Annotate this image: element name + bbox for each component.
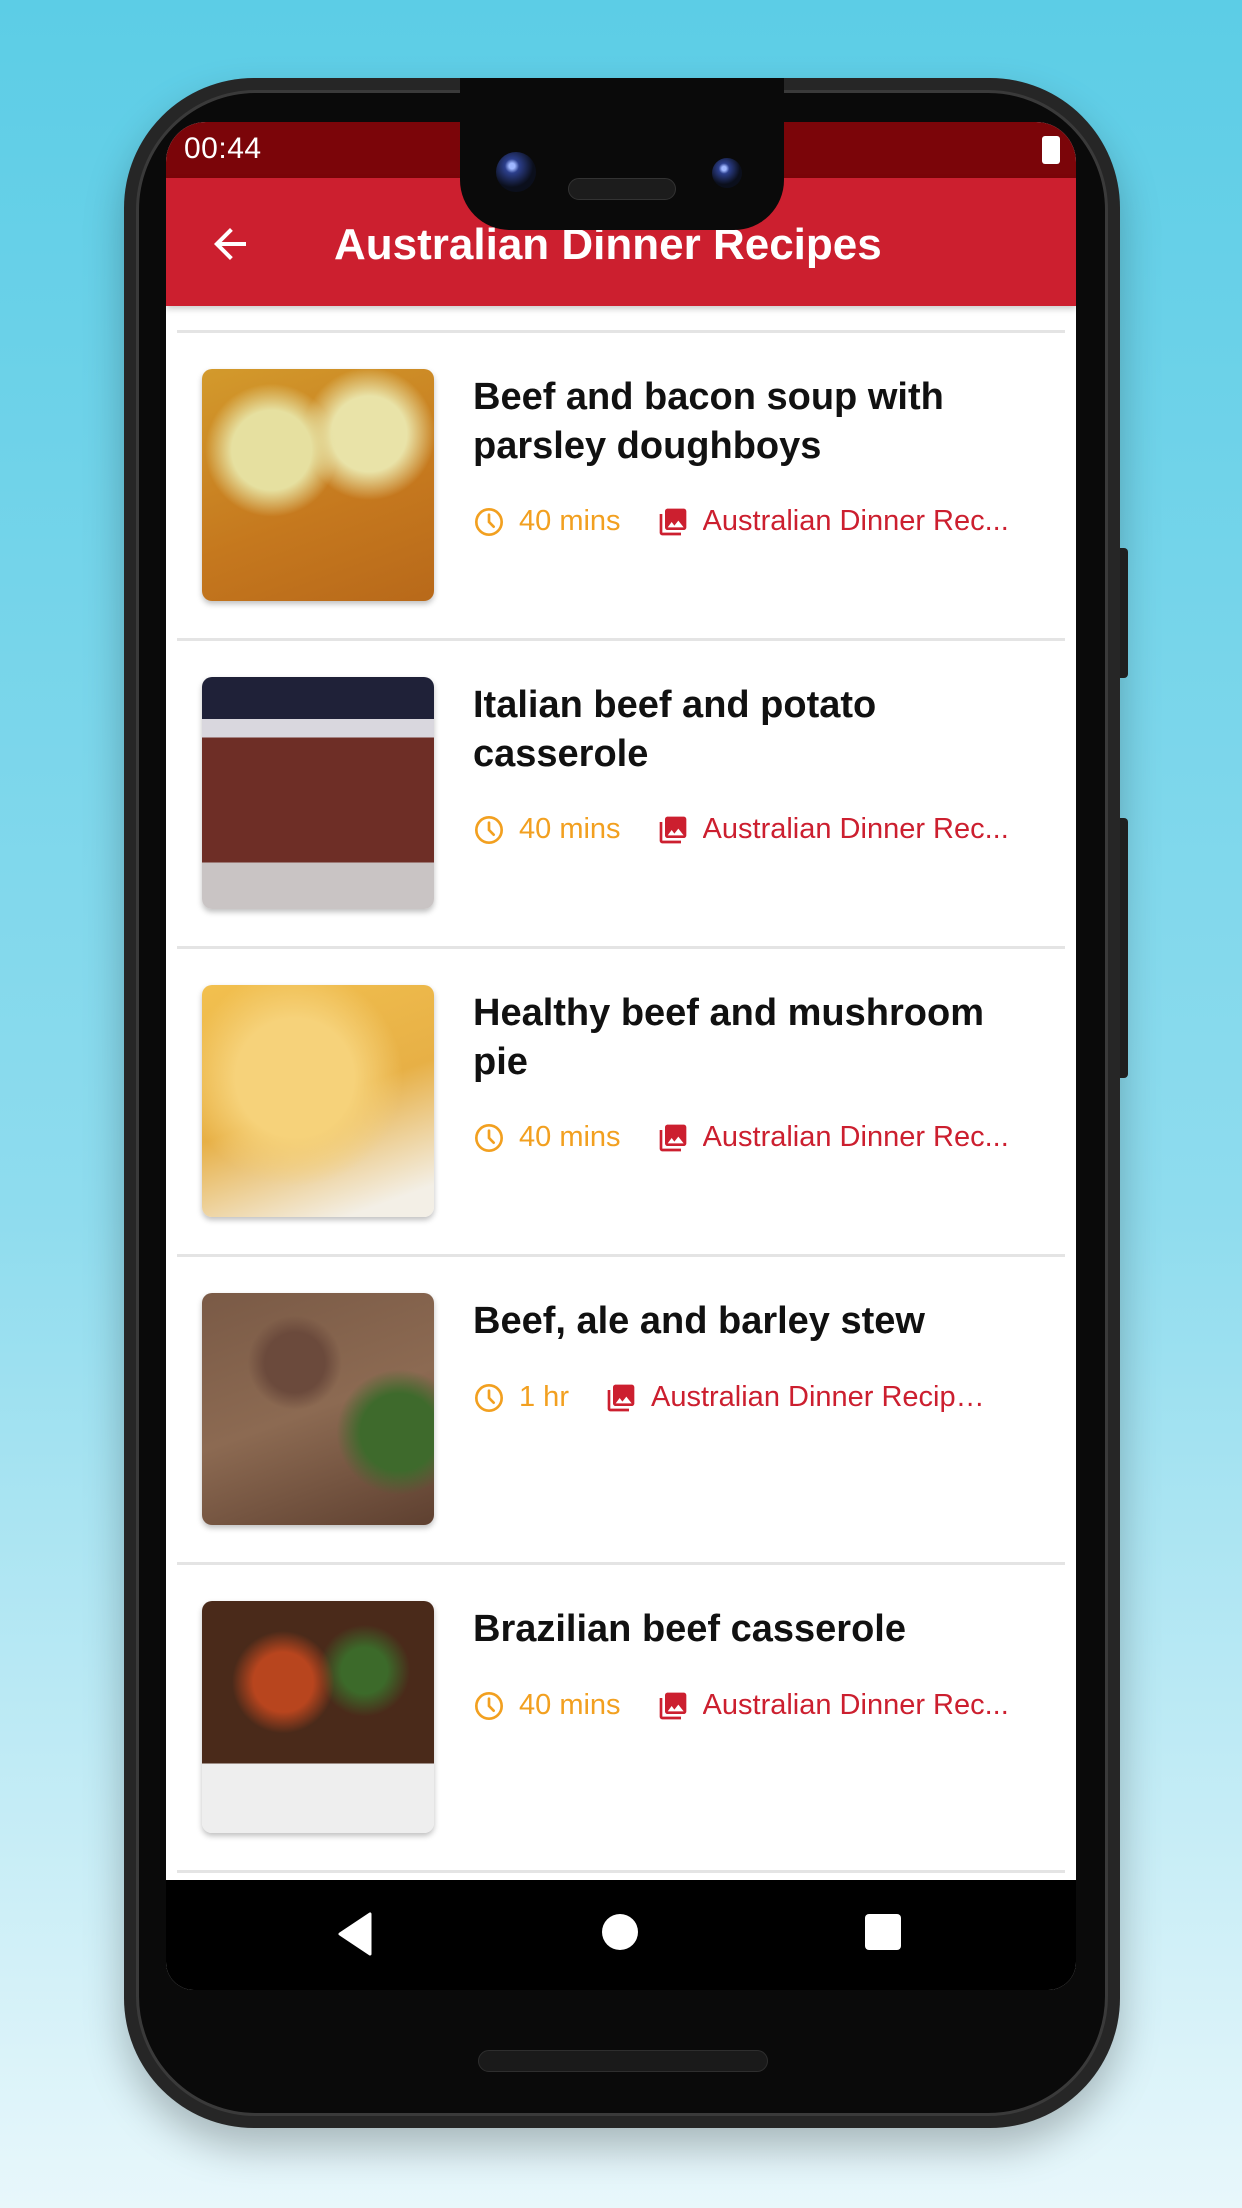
recipe-duration: 40 mins: [473, 505, 621, 538]
nav-back-button[interactable]: [336, 1912, 376, 1961]
recipe-category[interactable]: Australian Dinner Rec...: [657, 1121, 1009, 1154]
clock-icon: [475, 1383, 503, 1412]
recipe-meta: 1 hr Australian Dinner Recipes: [473, 1381, 985, 1414]
recipe-thumbnail: [202, 985, 434, 1217]
battery-full-icon: [1042, 136, 1060, 164]
photo-library-icon: [607, 1384, 635, 1411]
recipe-duration-text: 40 mins: [519, 505, 621, 537]
recipe-category-text: Australian Dinner Rec...: [702, 1689, 1009, 1721]
power-button: [1120, 548, 1128, 678]
recipe-category-text: Australian Dinner Rec...: [702, 505, 1009, 537]
recipe-title: Healthy beef and mushroom pie: [473, 992, 984, 1083]
recipe-list-item[interactable]: Beef and bacon soup with parsley doughbo…: [166, 333, 1076, 638]
photo-library-icon: [659, 508, 686, 535]
system-nav-bar: [166, 1880, 1076, 1990]
recipe-title: Beef and bacon soup with parsley doughbo…: [473, 376, 944, 467]
recipe-list-item[interactable]: Healthy beef and mushroom pie 40 mins Au…: [166, 949, 1076, 1254]
recipe-list-item[interactable]: Brazilian beef casserole 40 mins Austral…: [166, 1565, 1076, 1870]
nav-home-button[interactable]: [602, 1914, 638, 1950]
recipe-category-text: Australian Dinner Rec...: [702, 1121, 1009, 1153]
recipe-duration-text: 40 mins: [519, 1689, 621, 1721]
recipe-meta: 40 mins Australian Dinner Rec...: [473, 505, 1009, 538]
recipe-duration: 1 hr: [473, 1381, 569, 1414]
clock-icon: [475, 1123, 503, 1152]
recipe-list-item[interactable]: Italian beef and potato casserole 40 min…: [166, 641, 1076, 946]
status-time: 00:44: [184, 132, 262, 165]
nav-back-icon: [338, 1912, 372, 1956]
recipe-title: Beef, ale and barley stew: [473, 1300, 925, 1342]
recipe-category[interactable]: Australian Dinner Rec...: [657, 813, 1009, 846]
clock-icon: [475, 1691, 503, 1720]
recipe-duration: 40 mins: [473, 813, 621, 846]
recipe-list-item[interactable]: Beef, ale and barley stew 1 hr Australia…: [166, 1257, 1076, 1562]
recipe-category-text: Australian Dinner Recipes: [650, 1381, 985, 1413]
earpiece-speaker: [568, 178, 676, 200]
nav-home-icon: [602, 1914, 638, 1950]
recipe-meta: 40 mins Australian Dinner Rec...: [473, 1121, 1009, 1154]
recipe-duration-text: 40 mins: [519, 1121, 621, 1153]
photo-library-icon: [659, 1124, 686, 1151]
nav-recents-button[interactable]: [865, 1914, 901, 1950]
arrow-back-icon: [214, 228, 246, 260]
recipe-thumbnail: [202, 677, 434, 909]
divider: [177, 1870, 1065, 1873]
bottom-speaker: [478, 2050, 768, 2072]
recipe-thumbnail: [202, 1293, 434, 1525]
recipe-duration: 40 mins: [473, 1689, 621, 1722]
recipe-thumbnail: [202, 1601, 434, 1833]
clock-icon: [475, 507, 503, 536]
recipe-category[interactable]: Australian Dinner Recipes: [605, 1381, 985, 1414]
camera-notch: [460, 78, 784, 230]
photo-library-icon: [659, 1692, 686, 1719]
recipe-duration: 40 mins: [473, 1121, 621, 1154]
recipe-meta: 40 mins Australian Dinner Rec...: [473, 813, 1009, 846]
clock-icon: [475, 815, 503, 844]
back-button[interactable]: [206, 220, 254, 268]
recipe-category-text: Australian Dinner Rec...: [702, 813, 1009, 845]
recipe-duration-text: 40 mins: [519, 813, 621, 845]
recipe-list[interactable]: Beef and bacon soup with parsley doughbo…: [166, 306, 1076, 1873]
recipe-category[interactable]: Australian Dinner Rec...: [657, 1689, 1009, 1722]
recipe-category[interactable]: Australian Dinner Rec...: [657, 505, 1009, 538]
recipe-thumbnail: [202, 369, 434, 601]
screen: 00:44 Australian Dinner Recipes Beef and…: [166, 122, 1076, 1990]
front-camera: [496, 152, 536, 192]
photo-library-icon: [659, 816, 686, 843]
nav-recents-icon: [865, 1914, 901, 1950]
volume-button: [1120, 818, 1128, 1078]
recipe-duration-text: 1 hr: [519, 1381, 569, 1413]
recipe-meta: 40 mins Australian Dinner Rec...: [473, 1689, 1009, 1722]
recipe-title: Brazilian beef casserole: [473, 1608, 906, 1650]
front-sensor: [712, 158, 742, 188]
recipe-title: Italian beef and potato casserole: [473, 684, 877, 775]
